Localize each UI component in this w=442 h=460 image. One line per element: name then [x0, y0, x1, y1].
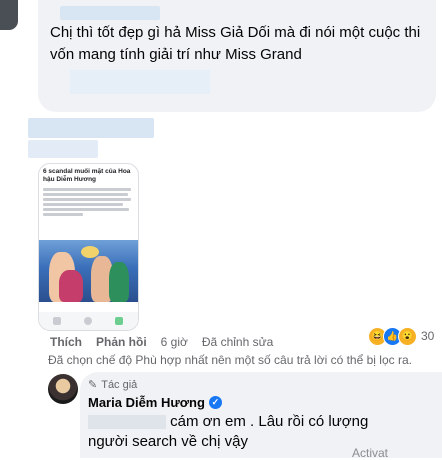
reaction-summary[interactable]: 😆 👍 😮 30: [368, 325, 434, 347]
blurred-region-2: [28, 140, 98, 158]
phone-nav-bar: [39, 312, 138, 330]
comment-text: Chị thì tốt đẹp gì hả Miss Giả Dối mà đi…: [50, 24, 421, 63]
comment-actions: Thích Phản hồi 6 giờ Đã chỉnh sửa: [50, 333, 273, 351]
author-tag: ✎ Tác giả: [88, 378, 138, 392]
wow-reaction-icon: 😮: [398, 326, 417, 346]
article-body-lines: [43, 188, 133, 218]
article-title: 6 scandal muối mặt của Hoa hậu Diễm Hươn…: [43, 168, 131, 183]
author-avatar[interactable]: [48, 374, 78, 404]
verified-badge-icon: ✓: [208, 396, 222, 409]
article-photo: [39, 240, 138, 302]
commenter-avatar[interactable]: [0, 0, 18, 30]
reply-button[interactable]: Phản hồi: [96, 335, 147, 349]
blurred-commenter-name: [60, 6, 160, 20]
comment-timestamp[interactable]: 6 giờ: [161, 335, 188, 349]
blurred-mention: [88, 415, 166, 430]
like-button[interactable]: Thích: [50, 335, 82, 349]
blurred-commenter-name-2: [28, 118, 154, 138]
apps-icon: [115, 317, 123, 325]
blurred-region: [70, 70, 210, 94]
author-tag-label: Tác giả: [101, 378, 138, 391]
edited-label: Đã chỉnh sửa: [201, 335, 274, 349]
filter-notice: Đã chọn chế độ Phù hợp nhất nên một số c…: [48, 353, 412, 367]
comment-bubble: Chị thì tốt đẹp gì hả Miss Giả Dối mà đi…: [38, 0, 436, 112]
reaction-count: 30: [421, 329, 435, 343]
comment-image-attachment[interactable]: 6 scandal muối mặt của Hoa hậu Diễm Hươn…: [38, 163, 139, 331]
back-icon: [53, 317, 61, 325]
reply-author-label: Maria Diễm Hương: [88, 395, 205, 410]
home-icon: [84, 317, 92, 325]
pen-icon: ✎: [88, 379, 98, 391]
reply-author-name[interactable]: Maria Diễm Hương ✓: [88, 395, 222, 410]
